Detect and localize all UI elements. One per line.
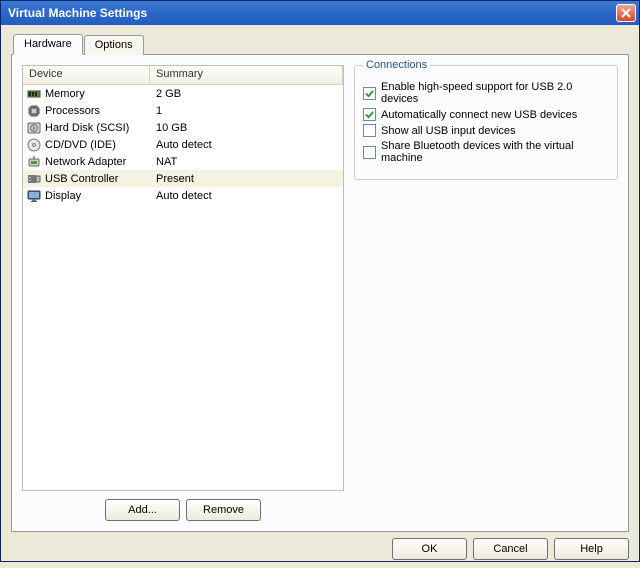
device-name: Network Adapter (45, 156, 126, 168)
checkbox-label: Enable high-speed support for USB 2.0 de… (381, 81, 609, 105)
tabstrip: Hardware Options (13, 33, 629, 54)
device-name: Processors (45, 105, 100, 117)
checkbox-label: Show all USB input devices (381, 125, 516, 137)
checkbox-option[interactable]: Enable high-speed support for USB 2.0 de… (363, 81, 609, 105)
device-row[interactable]: Memory 2 GB (23, 85, 343, 102)
checkbox-label: Automatically connect new USB devices (381, 109, 577, 121)
device-row[interactable]: Display Auto detect (23, 187, 343, 204)
ok-button[interactable]: OK (392, 538, 467, 560)
device-row[interactable]: Network Adapter NAT (23, 153, 343, 170)
list-header: Device Summary (23, 66, 343, 85)
add-button[interactable]: Add... (105, 499, 180, 521)
device-summary: NAT (150, 156, 343, 168)
device-summary: 1 (150, 105, 343, 117)
connections-group: Connections Enable high-speed support fo… (354, 65, 618, 180)
column-device[interactable]: Device (23, 66, 150, 84)
device-row[interactable]: USB Controller Present (23, 170, 343, 187)
checkbox-box (363, 108, 376, 121)
device-cell: CD/DVD (IDE) (23, 137, 150, 153)
device-cell: USB Controller (23, 171, 150, 187)
device-summary: 2 GB (150, 88, 343, 100)
checkbox-option[interactable]: Share Bluetooth devices with the virtual… (363, 140, 609, 164)
checkbox-box (363, 87, 376, 100)
close-button[interactable] (616, 4, 636, 22)
device-name: Hard Disk (SCSI) (45, 122, 129, 134)
device-name: CD/DVD (IDE) (45, 139, 116, 151)
window-title: Virtual Machine Settings (8, 6, 616, 20)
device-name: Display (45, 190, 81, 202)
device-summary: Auto detect (150, 139, 343, 151)
left-pane: Device Summary Memory 2 GB Processors 1 Hard… (22, 65, 344, 521)
usb-icon (26, 171, 42, 187)
dialog-buttons: OK Cancel Help (11, 538, 629, 560)
device-summary: Auto detect (150, 190, 343, 202)
list-buttons: Add... Remove (22, 499, 344, 521)
device-row[interactable]: Hard Disk (SCSI) 10 GB (23, 119, 343, 136)
tab-panel: Device Summary Memory 2 GB Processors 1 Hard… (11, 54, 629, 532)
help-button[interactable]: Help (554, 538, 629, 560)
settings-window: Virtual Machine Settings Hardware Option… (0, 0, 640, 562)
cd-icon (26, 137, 42, 153)
checkbox-list: Enable high-speed support for USB 2.0 de… (363, 81, 609, 164)
group-title: Connections (363, 59, 430, 71)
device-name: USB Controller (45, 173, 118, 185)
device-row[interactable]: CD/DVD (IDE) Auto detect (23, 136, 343, 153)
device-cell: Memory (23, 86, 150, 102)
memory-icon (26, 86, 42, 102)
device-summary: 10 GB (150, 122, 343, 134)
checkbox-option[interactable]: Show all USB input devices (363, 124, 609, 137)
disk-icon (26, 120, 42, 136)
cancel-button[interactable]: Cancel (473, 538, 548, 560)
device-cell: Processors (23, 103, 150, 119)
device-cell: Hard Disk (SCSI) (23, 120, 150, 136)
column-summary[interactable]: Summary (150, 66, 343, 84)
remove-button[interactable]: Remove (186, 499, 261, 521)
client-area: Hardware Options Device Summary Memory 2 … (1, 25, 639, 568)
device-row[interactable]: Processors 1 (23, 102, 343, 119)
close-icon (621, 8, 631, 18)
device-name: Memory (45, 88, 85, 100)
tab-options[interactable]: Options (84, 35, 144, 55)
checkbox-option[interactable]: Automatically connect new USB devices (363, 108, 609, 121)
tab-hardware[interactable]: Hardware (13, 34, 83, 55)
device-cell: Display (23, 188, 150, 204)
titlebar: Virtual Machine Settings (1, 1, 639, 25)
device-summary: Present (150, 173, 343, 185)
checkbox-box (363, 146, 376, 159)
device-list[interactable]: Device Summary Memory 2 GB Processors 1 Hard… (22, 65, 344, 491)
device-cell: Network Adapter (23, 154, 150, 170)
display-icon (26, 188, 42, 204)
net-icon (26, 154, 42, 170)
checkbox-label: Share Bluetooth devices with the virtual… (381, 140, 609, 164)
list-rows: Memory 2 GB Processors 1 Hard Disk (SCSI) 10 … (23, 85, 343, 490)
right-pane: Connections Enable high-speed support fo… (354, 65, 618, 521)
cpu-icon (26, 103, 42, 119)
checkbox-box (363, 124, 376, 137)
